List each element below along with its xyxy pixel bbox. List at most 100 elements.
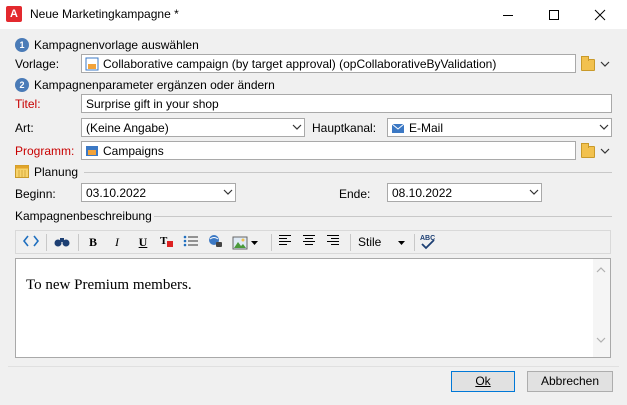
template-field[interactable]: Collaborative campaign (by target approv… [81,54,576,73]
close-icon [594,9,606,21]
template-value: Collaborative campaign (by target approv… [103,57,497,71]
start-date-label: Beginn: [15,187,56,201]
program-dropdown-button[interactable] [598,141,612,160]
align-right-icon [327,235,339,245]
image-icon [232,236,248,250]
svg-text:T: T [160,235,168,247]
step-1-heading: Kampagnenvorlage auswählen [34,38,199,52]
end-date-field[interactable]: 08.10.2022 [387,183,542,202]
step-1-badge: 1 [15,38,29,52]
window-title: Neue Marketingkampagne * [30,7,179,21]
email-icon [391,123,405,133]
start-date-field[interactable]: 03.10.2022 [81,183,236,202]
editor-scrollbar[interactable] [593,259,610,357]
maximize-icon [549,10,559,20]
channel-select[interactable]: E-Mail [387,118,612,137]
binoculars-icon [54,238,70,247]
step-2-heading: Kampagnenparameter ergänzen oder ändern [34,78,275,92]
align-center-icon [303,235,315,245]
planning-divider [84,172,612,173]
description-heading: Kampagnenbeschreibung [15,209,152,223]
find-button[interactable] [52,234,72,251]
chevron-down-icon [600,148,610,154]
align-left-button[interactable] [276,234,294,251]
toolbar-separator [350,234,351,251]
end-date-dropdown-button[interactable] [526,184,541,201]
title-value: Surprise gift in your shop [86,97,219,111]
caret-down-icon [251,241,258,245]
spellcheck-icon [421,240,435,250]
folder-icon[interactable] [581,56,595,71]
start-date-value: 03.10.2022 [86,186,147,200]
chevron-down-icon [529,189,539,195]
ok-button-label: Ok [475,374,491,388]
ok-button[interactable]: Ok [451,371,515,392]
channel-label: Hauptkanal: [312,121,377,135]
align-left-icon [279,235,291,245]
text-color-button[interactable]: T [158,234,176,251]
title-label: Titel: [15,97,41,111]
text-color-icon: T [160,235,173,247]
type-value: (Keine Angabe) [86,121,169,135]
end-date-value: 08.10.2022 [392,186,453,200]
spellcheck-button[interactable]: ABC [418,234,438,251]
description-editor[interactable]: To new Premium members. [15,258,611,358]
toolbar-separator [271,234,272,251]
toolbar-separator [78,234,79,251]
template-dropdown-button[interactable] [598,54,612,73]
toolbar-separator [414,234,415,251]
start-date-dropdown-button[interactable] [220,184,235,201]
step-2-badge: 2 [15,78,29,92]
program-field[interactable]: Campaigns [81,141,576,160]
close-button[interactable] [577,0,623,30]
bullet-list-icon [183,235,198,247]
chevron-down-icon [223,189,233,195]
program-icon [86,146,98,156]
scroll-up-icon[interactable] [596,267,606,273]
type-select[interactable]: (Keine Angabe) [81,118,305,137]
footer-divider [8,366,619,367]
planning-heading: Planung [34,165,79,179]
maximize-button[interactable] [531,0,577,30]
type-dropdown-button[interactable] [289,119,304,136]
program-value: Campaigns [103,144,164,158]
source-code-icon [22,235,40,247]
bold-button[interactable]: B [84,234,102,251]
underline-button[interactable]: U [134,234,152,251]
insert-image-button[interactable] [230,234,258,251]
channel-value: E-Mail [409,121,444,135]
chevron-down-icon [600,61,610,67]
chevron-down-icon [599,124,609,130]
bullet-list-button[interactable] [182,234,200,251]
campaign-template-icon [85,57,99,71]
description-text: To new Premium members. [26,277,192,293]
end-date-label: Ende: [339,187,371,201]
toolbar-separator [46,234,47,251]
source-view-button[interactable] [22,234,40,251]
link-globe-icon [209,235,222,247]
folder-icon[interactable] [581,143,595,158]
italic-button[interactable]: I [108,234,126,251]
minimize-icon [503,15,513,16]
align-right-button[interactable] [324,234,342,251]
channel-dropdown-button[interactable] [596,119,611,136]
description-divider [154,216,612,217]
caret-down-icon [398,241,405,245]
type-label: Art: [15,121,34,135]
title-bar: A Neue Marketingkampagne * [0,0,627,30]
scroll-down-icon[interactable] [596,337,606,343]
editor-toolbar: B I U T Stile ABC [15,230,611,254]
cancel-button[interactable]: Abbrechen [527,371,613,392]
calendar-icon [15,165,29,178]
minimize-button[interactable] [485,0,531,30]
style-select-value: Stile [358,235,382,249]
insert-link-button[interactable] [206,234,224,251]
title-input[interactable]: Surprise gift in your shop [81,94,612,113]
align-center-button[interactable] [300,234,318,251]
style-select[interactable]: Stile [354,234,410,251]
cancel-button-label: Abbrechen [540,374,600,388]
template-label: Vorlage: [15,57,60,71]
adobe-app-icon: A [6,6,22,22]
chevron-down-icon [292,124,302,130]
program-label: Programm: [15,144,75,158]
